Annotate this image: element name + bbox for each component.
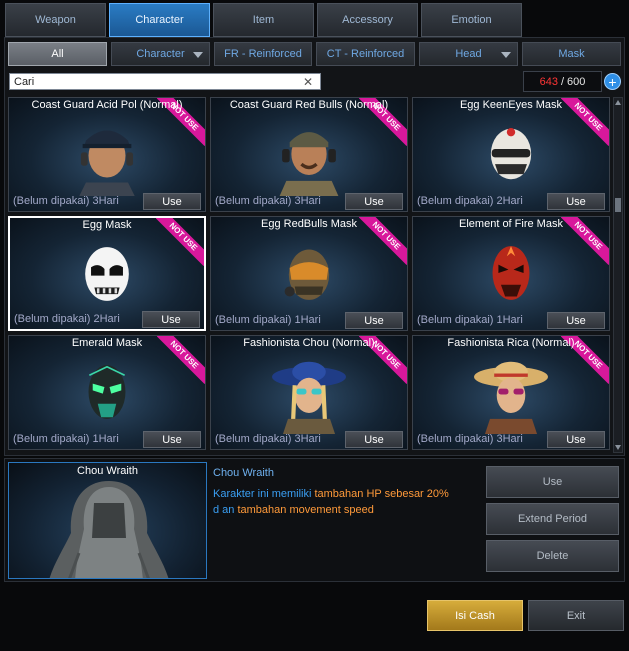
item-status: (Belum dipakai) 1Hari [417,314,523,326]
search-box: ✕ [9,73,321,90]
item-card[interactable]: Egg Mask NOT USE (Belum dipakai) 2Hari Use [8,216,206,331]
filter-tab-head[interactable]: Head [419,42,518,66]
tab-accessory[interactable]: Accessory [317,3,418,37]
item-status: (Belum dipakai) 3Hari [215,433,321,445]
item-status: (Belum dipakai) 2Hari [417,195,523,207]
item-name: Coast Guard Red Bulls (Normal) [229,99,389,111]
top-tabs: Weapon Character Item Accessory Emotion [5,3,522,37]
item-name: Egg Mask [82,219,132,231]
item-status: (Belum dipakai) 1Hari [13,433,119,445]
item-use-button[interactable]: Use [143,193,201,210]
scroll-up-icon[interactable] [615,100,621,105]
exit-button[interactable]: Exit [528,600,624,631]
egg-keeneyes-portrait-icon [490,127,532,180]
tab-item[interactable]: Item [213,3,314,37]
filter-tab-label: Mask [558,48,585,60]
detail-description: Karakter ini memiliki tambahan HP sebesa… [213,486,453,518]
filter-tab-all[interactable]: All [8,42,107,66]
wraith-portrait-icon [49,481,169,578]
fashion-straw-hat-portrait-icon [474,361,548,434]
delete-button[interactable]: Delete [486,540,619,572]
item-status: (Belum dipakai) 1Hari [215,314,321,326]
item-card[interactable]: Coast Guard Red Bulls (Normal) NOT USE (Be… [210,97,408,212]
scroll-down-icon[interactable] [615,445,621,450]
detail-title: Chou Wraith [213,467,274,479]
description-highlight: tambahan movement speed [237,504,374,516]
item-use-button[interactable]: Use [142,311,200,328]
item-use-button[interactable]: Use [143,431,201,448]
tab-weapon[interactable]: Weapon [5,3,106,37]
item-card[interactable]: Egg KeenEyes Mask NOT USE (Belum dipakai) … [412,97,610,212]
item-status: (Belum dipakai) 3Hari [13,195,119,207]
egg-redbulls-portrait-icon [284,249,330,300]
item-name: Emerald Mask [71,337,143,349]
item-card[interactable]: Fashionista Chou (Normal) NOT USE (Belum d… [210,335,408,450]
filter-tab-label: FR - Reinforced [224,48,302,60]
item-use-button[interactable]: Use [345,312,403,329]
item-name: Element of Fire Mask [459,218,563,230]
chevron-down-icon [193,52,203,58]
item-use-button[interactable]: Use [547,193,605,210]
emerald-mask-portrait-icon [88,365,126,419]
inventory-max-count: 600 [567,75,586,88]
item-status: (Belum dipakai) 2Hari [14,313,120,325]
preview-name: Chou Wraith [77,465,138,477]
egg-white-portrait-icon [85,247,129,301]
description-text: Karakter ini memiliki [213,488,315,500]
item-name: Egg RedBulls Mask [261,218,357,230]
inventory-used-count: 643 [539,75,558,88]
detail-use-button[interactable]: Use [486,466,619,498]
tab-emotion[interactable]: Emotion [421,3,522,37]
close-icon[interactable]: ✕ [300,75,316,89]
item-status: (Belum dipakai) 3Hari [417,433,523,445]
item-card[interactable]: Element of Fire Mask NOT USE (Belum dipaka… [412,216,610,331]
search-input[interactable] [10,74,300,89]
extend-period-button[interactable]: Extend Period [486,503,619,535]
filter-tab-character[interactable]: Character [111,42,210,66]
filter-tab-label: Head [455,48,482,60]
detail-panel: Chou Wraith Chou Wraith Karakter ini mem… [4,458,625,582]
item-use-button[interactable]: Use [345,193,403,210]
filter-tab-label: Character [136,48,185,60]
item-use-button[interactable]: Use [547,312,605,329]
filter-tab-mask[interactable]: Mask [522,42,621,66]
item-name: Egg KeenEyes Mask [459,99,563,111]
scrollbar[interactable] [613,97,623,453]
filter-tab-label: CT - Reinforced [326,48,405,60]
tab-character[interactable]: Character [109,3,210,37]
counter-separator: / [560,75,565,88]
item-name: Fashionista Rica (Normal) [447,337,575,349]
inventory-panel: All Character FR - Reinforced CT - Reinforc… [4,37,625,456]
item-name: Coast Guard Acid Pol (Normal) [31,99,183,111]
isi-cash-button[interactable]: Isi Cash [427,600,523,631]
item-card[interactable]: Emerald Mask NOT USE (Belum dipakai) 1Hari… [8,335,206,450]
filter-tab-fr-reinforced[interactable]: FR - Reinforced [214,42,312,66]
filter-tabs: All Character FR - Reinforced CT - Reinforc… [8,42,621,66]
item-grid: Coast Guard Acid Pol (Normal) NOT USE (Bel… [8,97,612,450]
item-card[interactable]: Coast Guard Acid Pol (Normal) NOT USE (Bel… [8,97,206,212]
filter-tab-ct-reinforced[interactable]: CT - Reinforced [316,42,415,66]
inventory-counter: 643 / 600 [523,71,602,92]
description-text: d an [213,504,238,516]
soldier-cap-portrait-icon [79,130,135,196]
item-use-button[interactable]: Use [547,431,605,448]
fashion-blue-hat-portrait-icon [272,361,346,434]
soldier-headset-portrait-icon [279,132,339,196]
fire-mask-portrait-icon [492,246,530,300]
chevron-down-icon [501,52,511,58]
item-name: Fashionista Chou (Normal) [243,337,375,349]
scroll-thumb[interactable] [615,198,621,212]
item-card[interactable]: Egg RedBulls Mask NOT USE (Belum dipakai) … [210,216,408,331]
plus-icon[interactable]: + [604,73,621,90]
item-status: (Belum dipakai) 3Hari [215,195,321,207]
description-highlight: tambahan HP sebesar 20% [314,488,449,500]
item-use-button[interactable]: Use [345,431,403,448]
detail-preview: Chou Wraith [8,462,207,579]
filter-tab-label: All [51,48,64,60]
item-card[interactable]: Fashionista Rica (Normal) NOT USE (Belum d… [412,335,610,450]
